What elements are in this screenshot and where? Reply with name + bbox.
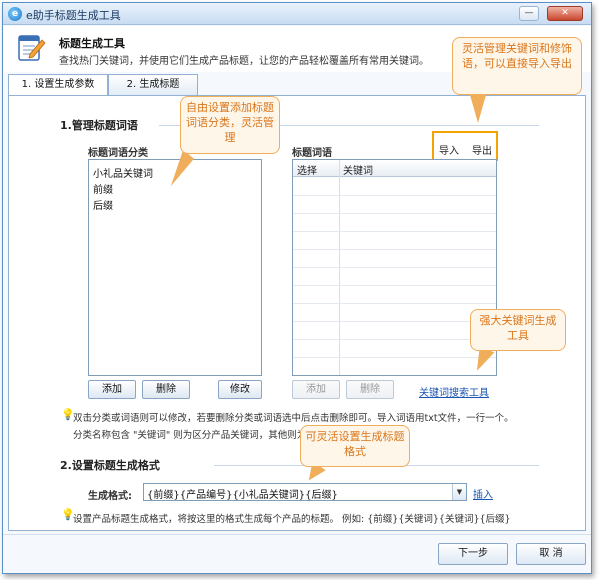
callout-import-export: 灵活管理关键词和修饰语，可以直接导入导出 [452, 37, 582, 95]
grid-row-line [293, 249, 496, 250]
tab-settings[interactable]: 1. 设置生成参数 [8, 74, 108, 96]
grid-column-divider [339, 160, 340, 375]
callout-pointer [470, 95, 486, 123]
next-button[interactable]: 下一步 [438, 543, 508, 565]
grid-row-line [293, 195, 496, 196]
footer-divider [3, 534, 591, 535]
column-header-keyword[interactable]: 关键词 [343, 162, 373, 177]
grid-row-line [293, 213, 496, 214]
close-button[interactable]: ✕ [547, 6, 583, 21]
column-header-select[interactable]: 选择 [297, 162, 317, 177]
import-button[interactable]: 导入 [439, 142, 459, 157]
add-category-button[interactable]: 添加 [88, 380, 136, 399]
grid-row-line [293, 321, 496, 322]
grid-row-line [293, 357, 496, 358]
grid-row-line [293, 339, 496, 340]
callout-keyword-tool: 强大关键词生成工具 [470, 309, 566, 351]
list-item[interactable]: 小礼品关键词 [93, 165, 153, 180]
callout-format: 可灵活设置生成标题格式 [300, 425, 410, 467]
tip-text-line1: 双击分类或词语则可以修改，若要删除分类或词语选中后点击删除即可。导入词语用txt… [73, 413, 514, 424]
header-description: 查找热门关键词，并使用它们生成产品标题，让您的产品轻松覆盖所有常用关键词。 [59, 56, 429, 67]
callout-category-manage: 自由设置添加标题词语分类，灵活管理 [180, 96, 280, 154]
list-item[interactable]: 后缀 [93, 197, 113, 212]
grid-header: 选择 关键词 [293, 160, 496, 177]
section-manage-words-title: 1.管理标题词语 [60, 119, 138, 132]
category-list[interactable]: 小礼品关键词 前缀 后缀 [88, 159, 262, 376]
header-title: 标题生成工具 [59, 37, 125, 50]
grid-row-line [293, 231, 496, 232]
app-logo-icon: e [8, 7, 22, 21]
delete-word-button[interactable]: 删除 [346, 380, 394, 399]
format-tip-text: 设置产品标题生成格式，将按这里的格式生成每个产品的标题。 例如: {前缀}{关键… [73, 514, 511, 525]
section-format-title: 2.设置标题生成格式 [60, 459, 160, 472]
tab-generate[interactable]: 2. 生成标题 [108, 74, 198, 95]
insert-link[interactable]: 插入 [473, 486, 493, 501]
export-button[interactable]: 导出 [472, 142, 492, 157]
format-label: 生成格式: [88, 491, 132, 502]
add-word-button[interactable]: 添加 [292, 380, 340, 399]
category-list-label: 标题词语分类 [88, 148, 148, 159]
format-value[interactable]: {前缀}{产品编号}{小礼品关键词}{后缀} [147, 486, 338, 501]
keyword-search-tool-link[interactable]: 关键词搜索工具 [419, 384, 489, 399]
chevron-down-icon[interactable]: ▼ [452, 484, 466, 500]
delete-category-button[interactable]: 删除 [142, 380, 190, 399]
title-bar[interactable]: e e助手标题生成工具 — ✕ [3, 3, 591, 25]
window-title: e助手标题生成工具 [26, 9, 121, 22]
keyword-grid[interactable]: 选择 关键词 [292, 159, 497, 376]
edit-category-button[interactable]: 修改 [218, 380, 262, 399]
grid-row-line [293, 285, 496, 286]
words-grid-label: 标题词语 [292, 148, 332, 159]
grid-row-line [293, 267, 496, 268]
format-combobox[interactable]: {前缀}{产品编号}{小礼品关键词}{后缀} ▼ [143, 483, 467, 501]
grid-row-line [293, 303, 496, 304]
notepad-pencil-icon [18, 35, 46, 61]
minimize-button[interactable]: — [519, 6, 539, 21]
cancel-button[interactable]: 取 消 [516, 543, 586, 565]
list-item[interactable]: 前缀 [93, 181, 113, 196]
